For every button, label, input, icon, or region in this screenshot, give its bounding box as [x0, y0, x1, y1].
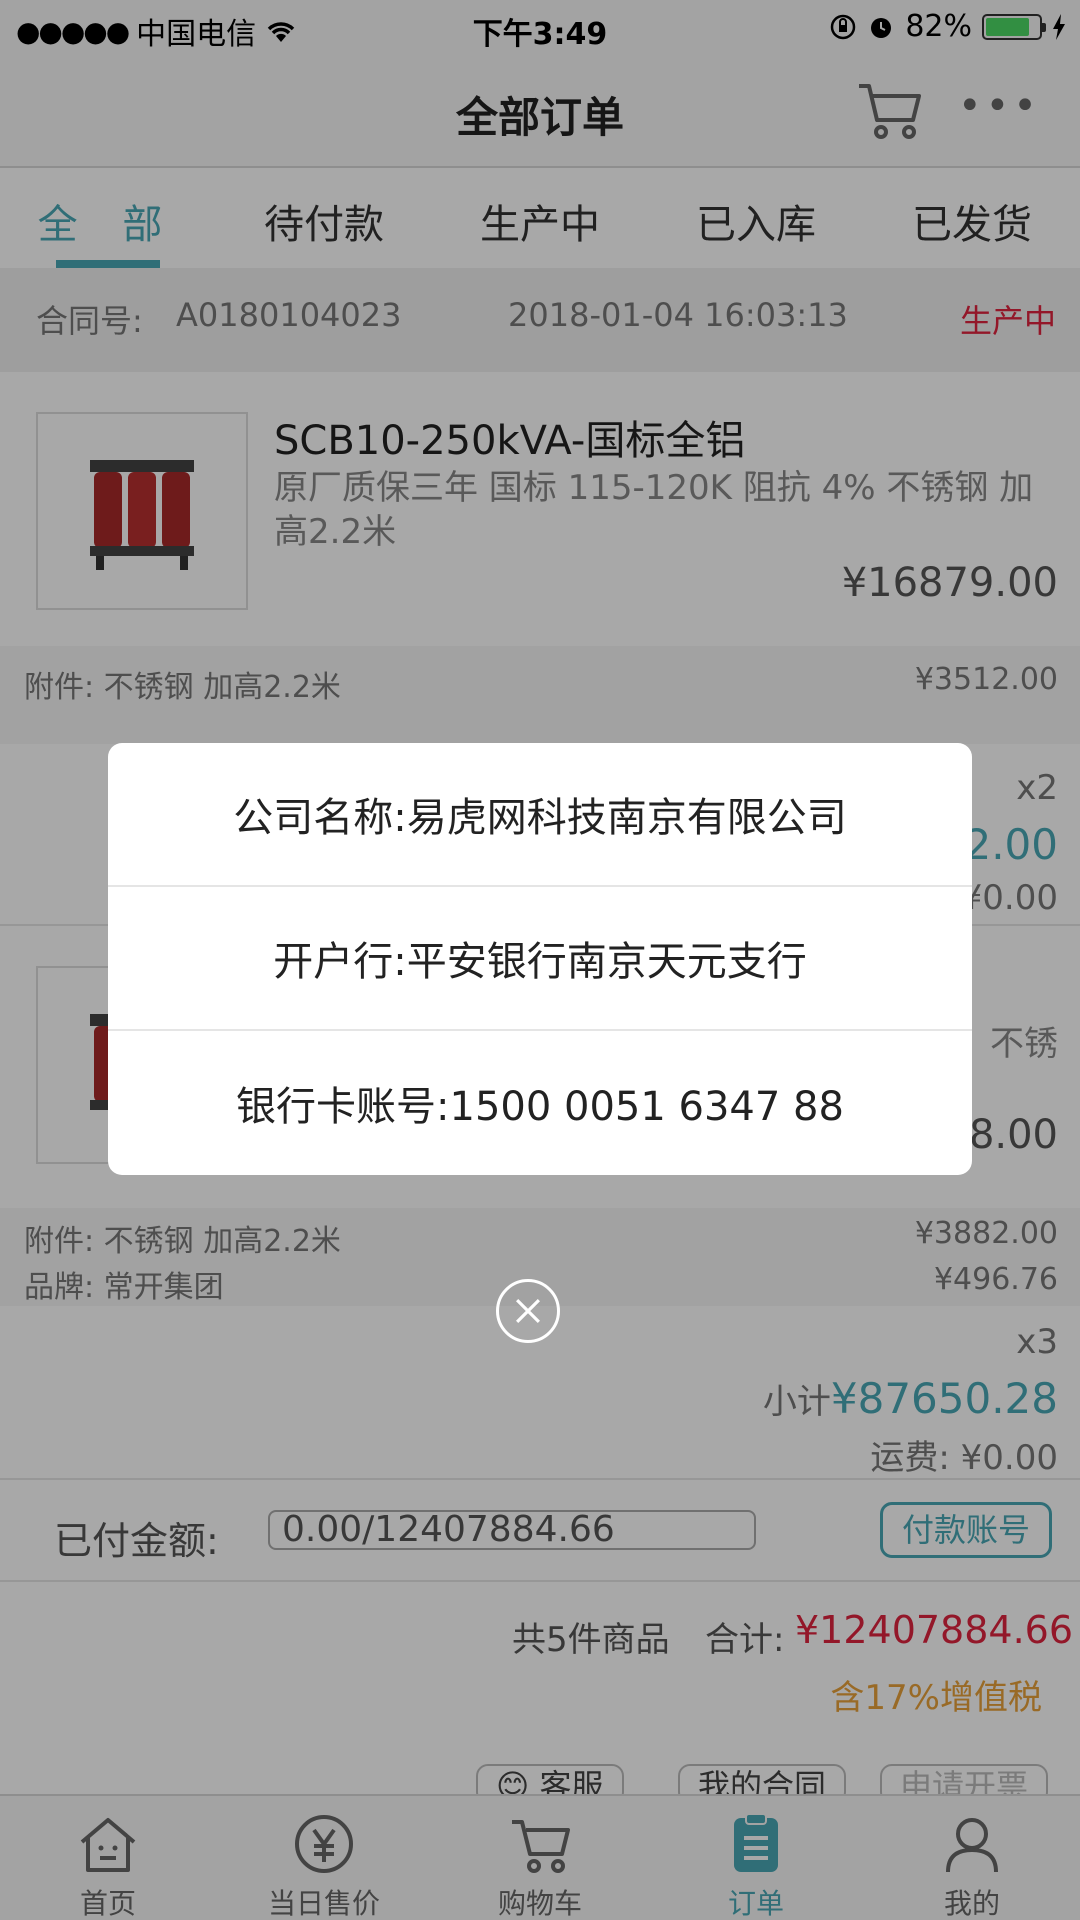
payment-account-modal: 公司名称:易虎网科技南京有限公司 开户行:平安银行南京天元支行 银行卡账号:15…	[108, 743, 972, 1175]
company-name: 公司名称:易虎网科技南京有限公司	[108, 743, 972, 887]
bank-account: 银行卡账号:1500 0051 6347 88	[236, 1084, 844, 1130]
bank-name: 开户行:平安银行南京天元支行	[108, 887, 972, 1031]
close-icon[interactable]	[496, 1279, 560, 1343]
